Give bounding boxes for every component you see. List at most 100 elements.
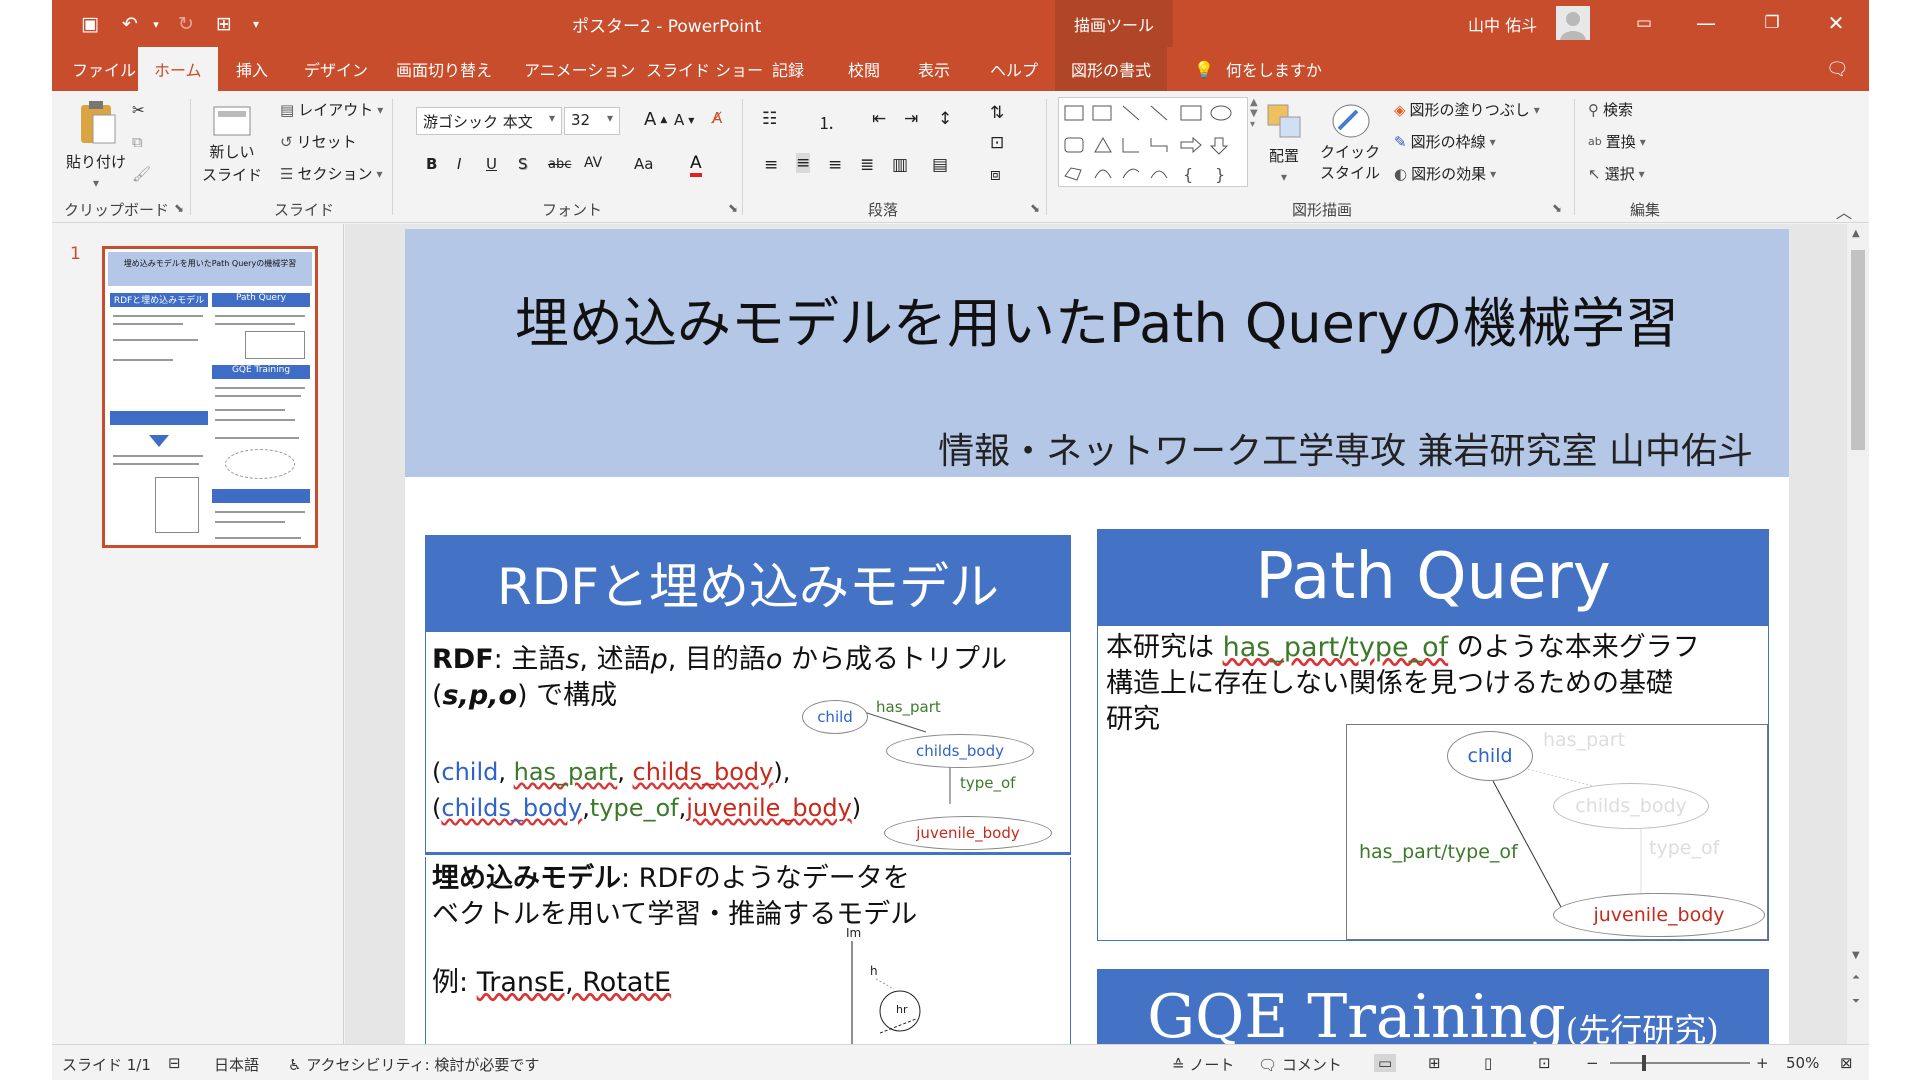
align-center-icon[interactable]: ≡	[796, 153, 811, 173]
tab-design[interactable]: デザイン	[300, 47, 372, 91]
previous-slide-icon[interactable]: ⏶	[1852, 972, 1860, 983]
clear-formatting-icon[interactable]: A̸	[712, 109, 722, 127]
slide-counter[interactable]: スライド 1/1	[62, 1054, 151, 1075]
layout-button[interactable]: ▤ レイアウト ▾	[280, 99, 383, 120]
tab-home[interactable]: ホーム	[138, 47, 218, 91]
strikethrough-button[interactable]: abc	[548, 157, 571, 172]
decrease-indent-icon[interactable]: ⇤	[872, 109, 886, 129]
notes-button[interactable]: ≙ ノート	[1172, 1054, 1234, 1075]
bold-button[interactable]: B	[426, 155, 437, 173]
minimize-button[interactable]: —	[1686, 8, 1726, 38]
scroll-up-icon[interactable]: ▲	[1852, 228, 1860, 239]
format-painter-icon[interactable]: 🖌	[132, 165, 151, 183]
font-dialog-launcher-icon[interactable]: ⬊	[728, 201, 738, 215]
numbering-icon[interactable]: ⒈	[818, 109, 835, 134]
slide-sorter-icon[interactable]: ⊞	[1428, 1054, 1441, 1072]
tab-view[interactable]: 表示	[914, 47, 954, 91]
vertical-scrollbar[interactable]: ▲ ▼ ⏶ ⏷	[1847, 224, 1869, 1044]
scrollbar-thumb[interactable]	[1851, 250, 1865, 450]
zoom-in-icon[interactable]: +	[1756, 1054, 1769, 1072]
next-slide-icon[interactable]: ⏷	[1852, 996, 1860, 1007]
tab-review[interactable]: 校閲	[844, 47, 884, 91]
copy-icon[interactable]: ⧉	[132, 133, 143, 151]
accessibility-checker[interactable]: ♿︎ アクセシビリティ: 検討が必要です	[288, 1054, 539, 1075]
notes-view-icon[interactable]: ⊟	[168, 1054, 181, 1072]
text-direction-icon[interactable]: ⇅	[990, 103, 1004, 123]
italic-button[interactable]: I	[457, 155, 461, 173]
comments-button[interactable]: 🗨 コメント	[1258, 1054, 1342, 1075]
slide-author[interactable]: 情報・ネットワーク工学専攻 兼岩研究室 山中佑斗	[938, 422, 1753, 474]
save-icon[interactable]: ▣	[76, 10, 104, 38]
smartart-icon[interactable]: ⧈	[990, 165, 1001, 185]
increase-font-icon[interactable]: A ▲	[644, 109, 667, 130]
comments-pane-icon[interactable]: 🗨	[1822, 47, 1853, 91]
distributed-icon[interactable]: ▥	[892, 155, 908, 175]
scroll-down-icon[interactable]: ▼	[1852, 950, 1860, 961]
zoom-level[interactable]: 50%	[1786, 1054, 1819, 1072]
path-query-heading[interactable]: Path Query	[1097, 529, 1769, 625]
font-color-button[interactable]: A	[690, 153, 702, 177]
shapes-gallery[interactable]: {}	[1058, 97, 1248, 187]
section-button[interactable]: ☰ セクション ▾	[280, 163, 383, 184]
reading-view-icon[interactable]: ▯	[1484, 1054, 1492, 1072]
shape-effects-button[interactable]: ◐ 図形の効果 ▾	[1394, 163, 1496, 184]
shadow-button[interactable]: S	[518, 155, 528, 173]
gqe-training-heading[interactable]: GQE Training (先行研究)	[1097, 969, 1769, 1044]
rdf-text-box[interactable]: RDF: 主語s, 述語p, 目的語o から成るトリプル (s,p,o) で構成…	[425, 631, 1071, 855]
decrease-font-icon[interactable]: A ▼	[674, 111, 694, 129]
character-spacing-button[interactable]: AV	[584, 155, 602, 171]
restore-button[interactable]: ❐	[1752, 8, 1792, 38]
shapes-gallery-scroll[interactable]: ▲ ▼ ▾	[1250, 97, 1258, 130]
tab-insert[interactable]: 挿入	[232, 47, 272, 91]
path-query-figure[interactable]: child has_part childs_body type_of has_p…	[1346, 724, 1768, 940]
paragraph-dialog-launcher-icon[interactable]: ⬊	[1030, 201, 1040, 215]
language-indicator[interactable]: 日本語	[214, 1054, 259, 1075]
justify-icon[interactable]: ≣	[860, 155, 874, 175]
customize-qat-icon[interactable]: ▾	[242, 10, 270, 38]
slide[interactable]: 埋め込みモデルを用いたPath Queryの機械学習 情報・ネットワーク工学専攻…	[405, 229, 1789, 1044]
cut-icon[interactable]: ✂	[132, 101, 145, 119]
tell-me-search[interactable]: 💡 何をしますか	[1190, 47, 1326, 91]
reset-button[interactable]: ↺ リセット	[280, 131, 357, 152]
shape-fill-button[interactable]: ◈ 図形の塗りつぶし ▾	[1394, 99, 1540, 120]
line-spacing-icon[interactable]: ↕	[938, 109, 952, 129]
rdf-section-heading[interactable]: RDFと埋め込みモデル	[425, 535, 1071, 631]
tab-slideshow[interactable]: スライド ショー	[642, 47, 767, 91]
align-right-icon[interactable]: ≡	[828, 155, 842, 175]
slideshow-view-icon[interactable]: ⊡	[1538, 1054, 1551, 1072]
drawing-dialog-launcher-icon[interactable]: ⬊	[1552, 201, 1562, 215]
change-case-button[interactable]: Aa	[634, 155, 653, 173]
font-name-select[interactable]: 游ゴシック 本文 ▾	[416, 107, 562, 135]
undo-dropdown-icon[interactable]: ▾	[142, 10, 170, 38]
columns-icon[interactable]: ▤	[932, 155, 948, 175]
quick-styles-button[interactable]: クイック スタイル	[1320, 101, 1380, 183]
align-text-icon[interactable]: ⊡	[990, 133, 1004, 153]
zoom-out-icon[interactable]: −	[1586, 1054, 1599, 1072]
tab-transitions[interactable]: 画面切り替え	[392, 47, 496, 91]
tab-help[interactable]: ヘルプ	[986, 47, 1042, 91]
paste-button[interactable]: 貼り付け ▾	[66, 99, 126, 190]
new-slide-button[interactable]: 新しい スライド	[202, 99, 262, 185]
bullets-icon[interactable]: ☷	[762, 109, 777, 129]
tab-animations[interactable]: アニメーション	[520, 47, 639, 91]
align-left-icon[interactable]: ≡	[764, 155, 778, 175]
close-button[interactable]: ✕	[1816, 8, 1856, 38]
tab-shape-format[interactable]: 図形の書式	[1055, 47, 1168, 91]
replace-button[interactable]: ab 置換 ▾	[1588, 131, 1646, 152]
font-size-select[interactable]: 32 ▾	[564, 107, 620, 135]
slide-thumbnail-1[interactable]: 埋め込みモデルを用いたPath Queryの機械学習 RDFと埋め込みモデル P…	[102, 246, 318, 548]
dialog-launcher-icon[interactable]: ⬊	[174, 201, 184, 215]
tab-file[interactable]: ファイル	[68, 47, 140, 91]
shape-outline-button[interactable]: ✎ 図形の枠線 ▾	[1394, 131, 1496, 152]
path-query-text-box[interactable]: 本研究は has_part/type_of のような本来グラフ 構造上に存在しな…	[1097, 625, 1769, 941]
user-name[interactable]: 山中 佑斗	[1468, 12, 1537, 36]
undo-icon[interactable]: ↶	[116, 10, 144, 38]
embedding-text-box[interactable]: 埋め込みモデル: RDFのようなデータを ベクトルを用いて学習・推論するモデル 例…	[425, 857, 1071, 1044]
fit-to-window-icon[interactable]: ⊠	[1840, 1054, 1853, 1072]
zoom-slider-thumb[interactable]	[1642, 1055, 1646, 1071]
normal-view-icon[interactable]: ▭	[1374, 1054, 1397, 1072]
tab-record[interactable]: 記録	[768, 47, 808, 91]
ribbon-display-options-icon[interactable]: ▭	[1624, 8, 1664, 38]
increase-indent-icon[interactable]: ⇥	[904, 109, 918, 129]
zoom-slider[interactable]	[1610, 1055, 1750, 1071]
